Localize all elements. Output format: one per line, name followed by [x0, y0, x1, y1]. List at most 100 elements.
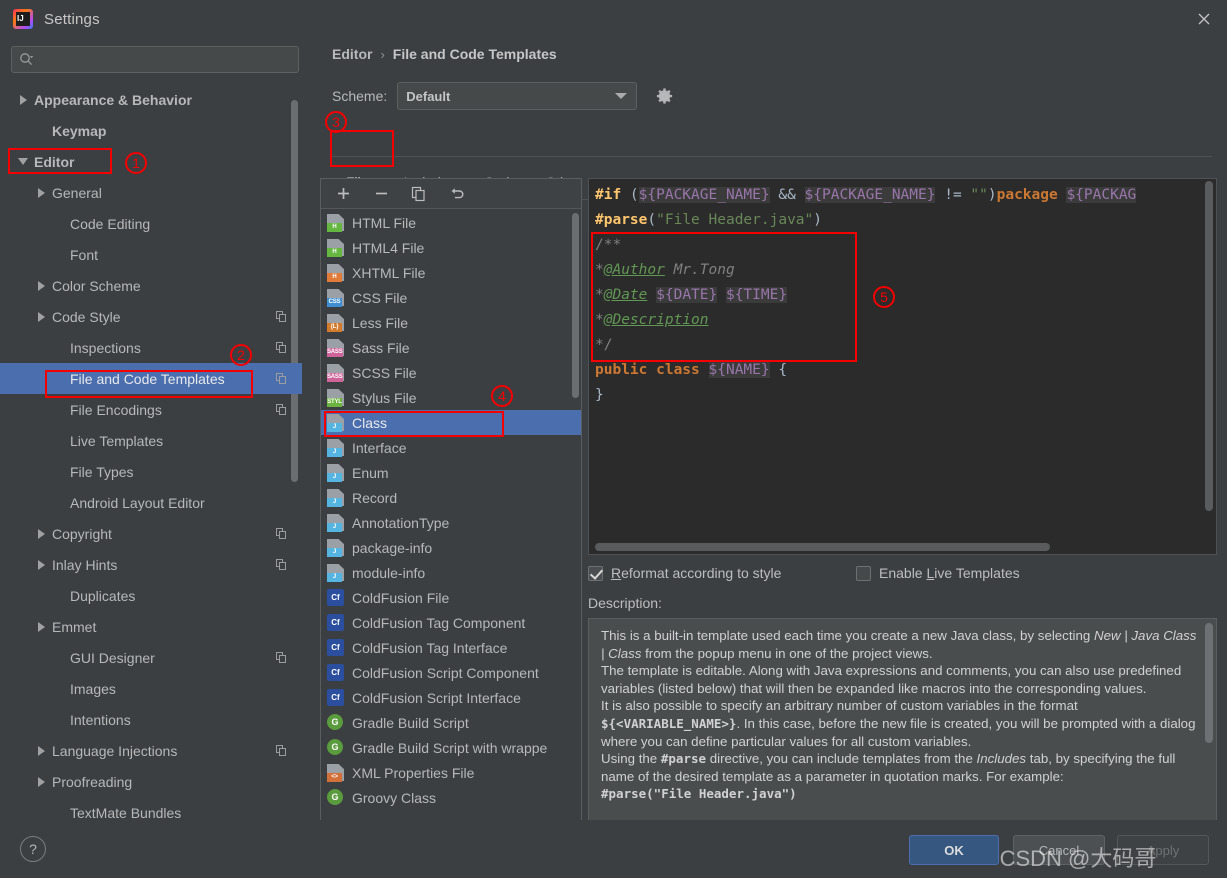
template-list-item[interactable]: SASS Sass File	[321, 335, 581, 360]
breadcrumb-current: File and Code Templates	[392, 46, 557, 62]
sidebar-item-language-injections[interactable]: Language Injections	[0, 735, 302, 766]
sidebar-item-textmate-bundles[interactable]: TextMate Bundles	[0, 797, 302, 821]
template-list-item[interactable]: STYL Stylus File	[321, 385, 581, 410]
sidebar-item-color-scheme[interactable]: Color Scheme	[0, 270, 302, 301]
chevron-right-icon[interactable]	[34, 744, 48, 758]
sidebar-item-code-editing[interactable]: Code Editing	[0, 208, 302, 239]
sidebar-item-android-layout-editor[interactable]: Android Layout Editor	[0, 487, 302, 518]
search-input[interactable]	[38, 52, 291, 67]
chevron-right-icon[interactable]	[34, 279, 48, 293]
sidebar-item-general[interactable]: General	[0, 177, 302, 208]
chevron-right-icon[interactable]	[34, 558, 48, 572]
chevron-right-icon[interactable]	[34, 527, 48, 541]
template-list-item[interactable]: G Gradle Build Script	[321, 710, 581, 735]
live-templates-checkbox-row[interactable]: Enable Live Templates	[856, 565, 1020, 581]
template-list-item[interactable]: {L} Less File	[321, 310, 581, 335]
template-list-item[interactable]: G Gradle Build Script with wrappe	[321, 735, 581, 760]
template-list-item[interactable]: Jpackage-info	[321, 535, 581, 560]
html-file-icon: H	[327, 214, 344, 232]
template-list-item[interactable]: CSS CSS File	[321, 285, 581, 310]
search-box[interactable]	[11, 46, 299, 73]
copy-settings-icon[interactable]	[276, 527, 288, 540]
template-list-item[interactable]: J Enum	[321, 460, 581, 485]
template-list-item[interactable]: J Interface	[321, 435, 581, 460]
description-scrollbar-thumb[interactable]	[1205, 623, 1213, 743]
sidebar-item-duplicates[interactable]: Duplicates	[0, 580, 302, 611]
minus-icon[interactable]	[371, 184, 391, 204]
scheme-dropdown[interactable]: Default	[397, 82, 638, 110]
template-list-item-label: ColdFusion Tag Component	[352, 614, 526, 631]
template-code-editor[interactable]: #if (${PACKAGE_NAME} && ${PACKAGE_NAME} …	[588, 178, 1217, 555]
copy-icon[interactable]	[409, 184, 429, 204]
breadcrumb-parent[interactable]: Editor	[332, 46, 372, 62]
editor-hscrollbar-thumb[interactable]	[595, 543, 1050, 551]
template-list-item[interactable]: Jmodule-info	[321, 560, 581, 585]
copy-settings-icon[interactable]	[276, 310, 288, 323]
template-list-item-label: Interface	[352, 439, 407, 456]
chevron-right-icon[interactable]	[16, 93, 30, 107]
chevron-down-icon[interactable]	[16, 155, 30, 169]
sidebar-item-font[interactable]: Font	[0, 239, 302, 270]
help-icon[interactable]: ?	[20, 836, 46, 862]
chevron-right-icon[interactable]	[34, 620, 48, 634]
template-list-item[interactable]: Cf ColdFusion Tag Component	[321, 610, 581, 635]
ok-button[interactable]: OK	[909, 835, 999, 865]
template-list-item[interactable]: SASS SCSS File	[321, 360, 581, 385]
copy-settings-icon[interactable]	[276, 341, 288, 354]
template-list-item[interactable]: H XHTML File	[321, 260, 581, 285]
sidebar-item-code-style[interactable]: Code Style	[0, 301, 302, 332]
java-module-info-icon: J	[327, 564, 344, 582]
copy-settings-icon[interactable]	[276, 558, 288, 571]
template-list-item[interactable]: <> XML Properties File	[321, 760, 581, 785]
sidebar-item-gui-designer[interactable]: GUI Designer	[0, 642, 302, 673]
template-list-item[interactable]: H HTML File	[321, 210, 581, 235]
sidebar-item-proofreading[interactable]: Proofreading	[0, 766, 302, 797]
search-icon	[19, 52, 34, 67]
template-list-item[interactable]: H HTML4 File	[321, 235, 581, 260]
sidebar-item-label: Inspections	[70, 339, 141, 356]
copy-settings-icon[interactable]	[276, 651, 288, 664]
sidebar-item-intentions[interactable]: Intentions	[0, 704, 302, 735]
template-list-scrollbar-thumb[interactable]	[572, 213, 579, 398]
undo-icon[interactable]	[447, 184, 467, 204]
gear-icon[interactable]	[653, 85, 675, 107]
reformat-checkbox[interactable]	[588, 565, 603, 581]
copy-settings-icon[interactable]	[276, 372, 288, 385]
reformat-checkbox-row[interactable]: Reformat according to style	[588, 565, 856, 581]
chevron-right-icon[interactable]	[34, 186, 48, 200]
sidebar-item-keymap[interactable]: Keymap	[0, 115, 302, 146]
sidebar-item-editor[interactable]: Editor	[0, 146, 302, 177]
template-list-item[interactable]: Cf ColdFusion Script Component	[321, 660, 581, 685]
sidebar-item-file-encodings[interactable]: File Encodings	[0, 394, 302, 425]
sidebar-item-file-types[interactable]: File Types	[0, 456, 302, 487]
editor-vscrollbar-thumb[interactable]	[1205, 181, 1213, 511]
copy-settings-icon[interactable]	[276, 403, 288, 416]
chevron-right-icon[interactable]	[34, 310, 48, 324]
sidebar-item-live-templates[interactable]: Live Templates	[0, 425, 302, 456]
copy-settings-icon[interactable]	[276, 744, 288, 757]
cancel-button[interactable]: Cancel	[1013, 835, 1105, 865]
template-list-item[interactable]: Cf ColdFusion Tag Interface	[321, 635, 581, 660]
sidebar-item-file-and-code-templates[interactable]: File and Code Templates	[0, 363, 302, 394]
template-list-panel: H HTML File H HTML4 File H XHTML File CSS CSS F…	[320, 178, 582, 844]
sidebar-item-inlay-hints[interactable]: Inlay Hints	[0, 549, 302, 580]
sidebar-item-inspections[interactable]: Inspections	[0, 332, 302, 363]
live-templates-checkbox[interactable]	[856, 565, 871, 581]
template-list-item[interactable]: J Record	[321, 485, 581, 510]
sidebar-item-label: Appearance & Behavior	[34, 91, 192, 108]
plus-icon[interactable]	[333, 184, 353, 204]
sidebar-item-images[interactable]: Images	[0, 673, 302, 704]
template-list-item[interactable]: Cf ColdFusion File	[321, 585, 581, 610]
sidebar-item-appearance-behavior[interactable]: Appearance & Behavior	[0, 84, 302, 115]
sidebar-item-copyright[interactable]: Copyright	[0, 518, 302, 549]
template-list-item[interactable]: J AnnotationType	[321, 510, 581, 535]
template-list-item[interactable]: Cf ColdFusion Script Interface	[321, 685, 581, 710]
close-icon[interactable]	[1181, 0, 1227, 38]
sidebar-item-emmet[interactable]: Emmet	[0, 611, 302, 642]
template-list-item[interactable]: J Class	[321, 410, 581, 435]
chevron-right-icon[interactable]	[34, 775, 48, 789]
template-code[interactable]: #if (${PACKAGE_NAME} && ${PACKAGE_NAME} …	[589, 179, 1216, 408]
template-list-item[interactable]: G Groovy Class	[321, 785, 581, 810]
